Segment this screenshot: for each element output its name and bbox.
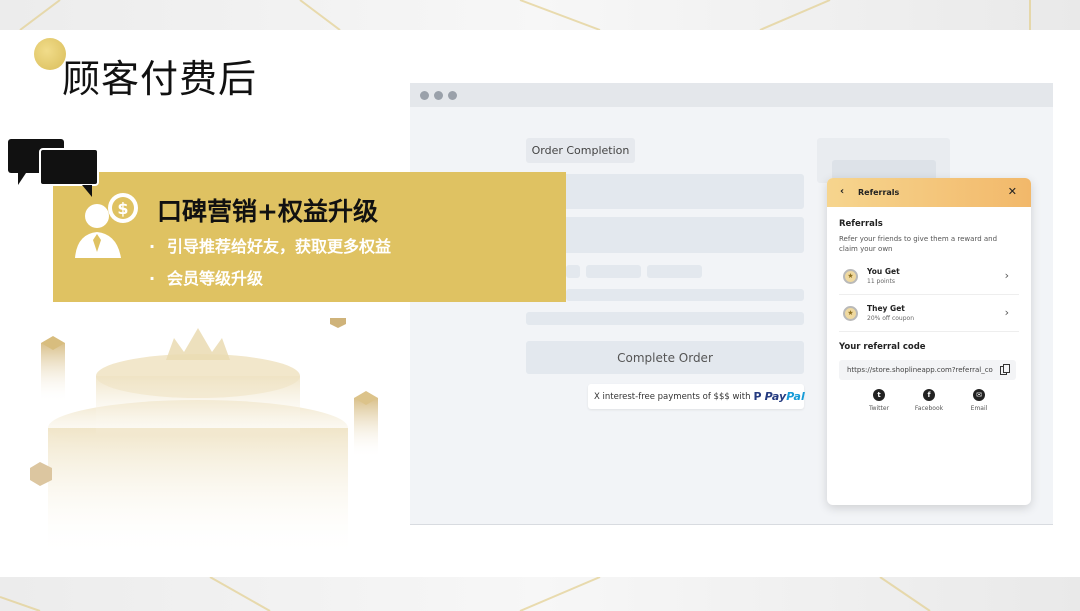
copy-icon[interactable]	[1000, 364, 1010, 375]
chevron-right-icon: ›	[1004, 306, 1009, 319]
top-decor-band	[0, 0, 1080, 30]
referral-code-label: Your referral code	[839, 342, 926, 352]
form-placeholder	[586, 265, 641, 278]
referrals-subtitle: Refer your friends to give them a reward…	[839, 235, 998, 253]
chevron-right-icon: ›	[1004, 269, 1009, 282]
window-dot	[420, 91, 429, 100]
bullet-dot: ·	[149, 269, 156, 288]
promo-title: 口碑营销+权益升级	[157, 197, 378, 226]
reward-text: They Get 20% off coupon	[867, 304, 914, 322]
reward-detail: 20% off coupon	[867, 315, 915, 322]
share-twitter-button[interactable]: t Twitter	[864, 389, 894, 412]
reward-badge-icon: ★	[843, 305, 858, 321]
referral-code-field[interactable]: https://store.shoplineapp.com?referral_c…	[839, 360, 1016, 380]
close-icon[interactable]: ✕	[1008, 185, 1017, 198]
referrals-heading: Referrals	[839, 219, 883, 229]
share-email-button[interactable]: ✉ Email	[964, 389, 994, 412]
reward-text: You Get 11 points	[867, 267, 900, 285]
side-placeholder	[832, 160, 936, 180]
paypal-logo-icon: P	[753, 390, 762, 403]
form-placeholder	[560, 174, 804, 209]
share-label: Twitter	[868, 405, 890, 412]
page-title: 顾客付费后	[62, 57, 258, 101]
form-placeholder	[566, 265, 580, 278]
bullet-dot: ·	[149, 237, 156, 256]
promo-bullet: · 引导推荐给好友，获取更多权益	[149, 233, 391, 257]
referrals-body: Referrals Refer your friends to give the…	[827, 207, 1031, 412]
share-facebook-button[interactable]: f Facebook	[914, 389, 944, 412]
share-label: Email	[970, 405, 988, 412]
referral-code-value: https://store.shoplineapp.com?referral_c…	[847, 366, 993, 374]
form-placeholder	[566, 289, 804, 301]
promo-bullet-text: 会员等级升级	[167, 269, 264, 288]
reward-list: ★ You Get 11 points › ★ They Get 20% off…	[839, 258, 1019, 332]
reward-title: You Get	[867, 267, 900, 276]
order-completion-label: Order Completion	[526, 138, 635, 163]
referrals-header: ‹ Referrals ✕	[827, 178, 1031, 207]
person-coin-icon: $	[75, 193, 138, 258]
paypal-logo: PayPal	[765, 390, 805, 403]
window-dot	[434, 91, 443, 100]
reward-detail: 11 points	[867, 278, 895, 285]
paypal-pal: Pal	[786, 390, 805, 403]
paypal-installments[interactable]: X interest-free payments of $$$ with P P…	[588, 384, 805, 409]
referrals-panel: ‹ Referrals ✕ Referrals Refer your frien…	[827, 178, 1031, 505]
promo-bullet-text: 引导推荐给好友，获取更多权益	[167, 237, 392, 256]
browser-title-bar	[410, 83, 1053, 107]
twitter-icon: t	[873, 389, 885, 401]
window-dot	[448, 91, 457, 100]
reward-title: They Get	[867, 304, 905, 313]
email-icon: ✉	[973, 389, 985, 401]
reward-item-you-get[interactable]: ★ You Get 11 points ›	[839, 258, 1019, 295]
bottom-decor-band	[0, 577, 1080, 611]
form-placeholder	[647, 265, 702, 278]
referrals-header-title: Referrals	[858, 188, 900, 197]
reward-item-they-get[interactable]: ★ They Get 20% off coupon ›	[839, 295, 1019, 332]
payment-text: X interest-free payments of $$$ with	[594, 391, 751, 402]
form-placeholder	[526, 312, 804, 325]
paypal-pay: Pay	[764, 390, 787, 403]
promo-bullet: · 会员等级升级	[149, 265, 263, 289]
crown-stage-decoration	[30, 318, 378, 558]
complete-order-button[interactable]: Complete Order	[526, 341, 804, 374]
back-icon[interactable]: ‹	[840, 186, 844, 197]
share-buttons: t Twitter f Facebook ✉ Email	[839, 389, 1019, 412]
form-placeholder	[560, 217, 804, 253]
reward-badge-icon: ★	[843, 268, 858, 284]
facebook-icon: f	[923, 389, 935, 401]
share-label: Facebook	[914, 405, 944, 412]
svg-text:$: $	[117, 199, 128, 218]
